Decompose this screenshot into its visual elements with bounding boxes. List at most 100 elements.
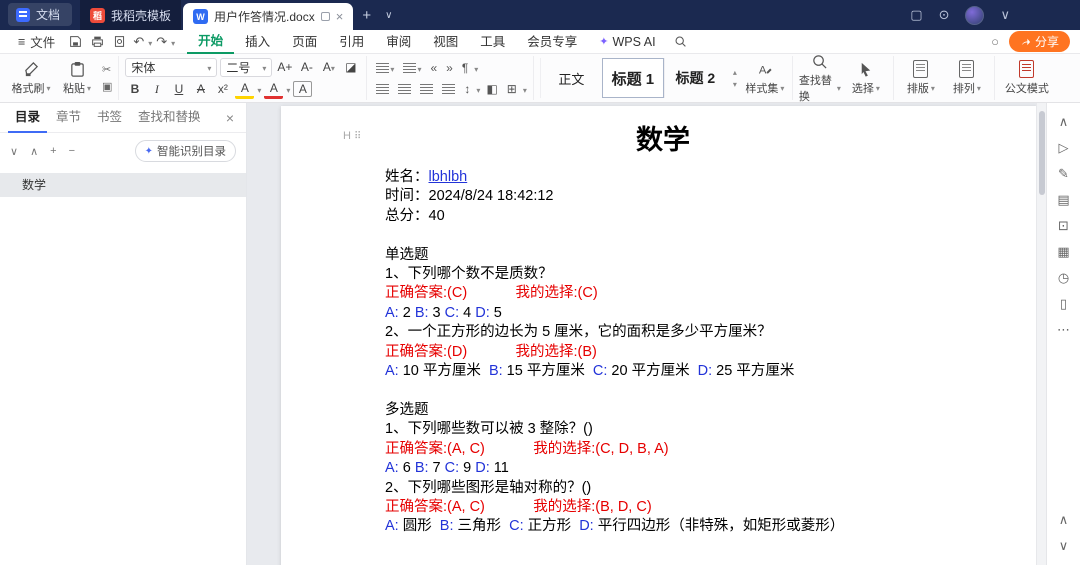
numbering-button[interactable]	[400, 59, 424, 77]
align-left-button[interactable]	[373, 82, 392, 96]
collapse-all-icon[interactable]: ∧	[30, 145, 38, 158]
expand-all-icon[interactable]: ∨	[10, 145, 18, 158]
find-replace-button[interactable]: 查找替换	[799, 54, 841, 103]
tab-list-dropdown-icon[interactable]: ∨	[378, 10, 399, 21]
font-color-button[interactable]: A	[264, 80, 283, 99]
grow-font-button[interactable]: A+	[275, 58, 294, 77]
line-spacing-caret-icon[interactable]	[476, 82, 480, 96]
style-card[interactable]: 正文	[540, 58, 602, 98]
document-icon[interactable]: ▯	[1052, 291, 1076, 317]
menu-tab-8[interactable]: ✦WPS AI	[588, 30, 666, 54]
doc-line[interactable]: 姓名：lbhlbh	[385, 168, 941, 187]
doc-line[interactable]	[385, 381, 941, 400]
outdent-button[interactable]: «	[427, 59, 440, 77]
account-dropdown-icon[interactable]: ∨	[1000, 7, 1010, 23]
highlight-color-button[interactable]: A	[235, 80, 254, 99]
doc-line[interactable]: A: 2 B: 3 C: 4 D: 5	[385, 304, 941, 323]
redo-dropdown-icon[interactable]	[171, 35, 175, 49]
font-color-caret-icon[interactable]	[286, 82, 290, 96]
superscript-button[interactable]: x²	[213, 80, 232, 99]
typeset-button[interactable]: 排版	[900, 60, 942, 96]
zoom-out-icon[interactable]: −	[69, 145, 75, 158]
borders-caret-icon[interactable]	[523, 82, 527, 96]
align-center-button[interactable]	[395, 82, 414, 96]
doc-line[interactable]: 正确答案:(D) 我的选择:(B)	[385, 343, 941, 362]
doc-line[interactable]: 正确答案:(A, C) 我的选择:(C, D, B, A)	[385, 440, 941, 459]
doc-line[interactable]: 2、一个正方形的边长为 5 厘米，它的面积是多少平方厘米？	[385, 323, 941, 342]
new-tab-button[interactable]: +	[355, 7, 378, 24]
style-set-button[interactable]: A 样式集	[744, 61, 786, 96]
bold-button[interactable]: B	[125, 80, 144, 99]
doc-line[interactable]: 时间：2024/8/24 18:42:12	[385, 187, 941, 206]
document-title[interactable]: 数学	[385, 120, 941, 160]
cursor-icon[interactable]: ▷	[1052, 135, 1076, 161]
smart-toc-button[interactable]: ✦ 智能识别目录	[135, 140, 236, 162]
search-button[interactable]	[671, 33, 691, 51]
close-tab-icon[interactable]: ×	[336, 10, 344, 23]
cloud-sync-icon[interactable]: ○	[991, 34, 999, 49]
print-button[interactable]	[87, 33, 107, 51]
home-button[interactable]: 文档	[8, 3, 72, 26]
bullets-button[interactable]	[373, 59, 397, 77]
save-button[interactable]	[65, 33, 85, 51]
font-name-select[interactable]: 宋体	[125, 58, 217, 77]
indent-button[interactable]: »	[443, 59, 456, 77]
menu-tab-5[interactable]: 视图	[422, 30, 469, 54]
justify-button[interactable]	[439, 82, 458, 96]
next-page-icon[interactable]: ∨	[1052, 533, 1076, 559]
doc-line[interactable]	[385, 226, 941, 245]
font-size-select[interactable]: 二号	[220, 58, 272, 77]
table-icon[interactable]: ▦	[1052, 239, 1076, 265]
pen-icon[interactable]: ✎	[1052, 161, 1076, 187]
gallery-down-icon[interactable]: ▾	[733, 80, 737, 89]
menu-tab-0[interactable]: 开始	[187, 30, 234, 54]
style-card[interactable]: 标题 2	[664, 58, 726, 98]
format-painter-button[interactable]: 格式刷	[10, 61, 52, 96]
menu-tab-7[interactable]: 会员专享	[516, 30, 588, 54]
share-button[interactable]: 分享	[1009, 31, 1070, 52]
skin-icon[interactable]: ⊙	[939, 7, 950, 23]
sidebar-tab-0[interactable]: 目录	[8, 103, 47, 133]
menu-tab-4[interactable]: 审阅	[375, 30, 422, 54]
sidebar-tab-3[interactable]: 查找和替换	[131, 103, 208, 133]
scrollbar-thumb[interactable]	[1039, 111, 1045, 195]
text-effects-button[interactable]: A	[319, 58, 338, 77]
paragraph-mark-button[interactable]: ¶	[459, 59, 471, 77]
italic-button[interactable]: I	[147, 80, 166, 99]
undo-dropdown-icon[interactable]	[148, 35, 152, 49]
style-card[interactable]: 标题 1	[602, 58, 664, 98]
underline-button[interactable]: U	[169, 80, 188, 99]
close-sidebar-icon[interactable]: ×	[222, 110, 238, 126]
avatar[interactable]	[965, 6, 984, 25]
print-preview-button[interactable]	[109, 33, 129, 51]
document-tab[interactable]: 稻我稻壳模板	[80, 0, 181, 30]
menu-tab-3[interactable]: 引用	[328, 30, 375, 54]
doc-line[interactable]: A: 6 B: 7 C: 9 D: 11	[385, 459, 941, 478]
doc-line[interactable]: 总分：40	[385, 207, 941, 226]
line-spacing-button[interactable]: ↕	[461, 80, 473, 98]
more-icon[interactable]: ⋯	[1052, 317, 1076, 343]
doc-line[interactable]: 正确答案:(A, C) 我的选择:(B, D, C)	[385, 498, 941, 517]
doc-line[interactable]: 正确答案:(C) 我的选择:(C)	[385, 284, 941, 303]
doc-line[interactable]: A: 10 平方厘米 B: 15 平方厘米 C: 20 平方厘米 D: 25 平…	[385, 362, 941, 381]
character-border-button[interactable]: A	[293, 81, 312, 97]
official-doc-mode-button[interactable]: 公文模式	[1001, 60, 1053, 96]
vertical-scrollbar[interactable]	[1036, 103, 1046, 565]
menu-tab-6[interactable]: 工具	[469, 30, 516, 54]
strikethrough-button[interactable]: A	[191, 80, 210, 99]
shrink-font-button[interactable]: A-	[297, 58, 316, 77]
undo-button[interactable]: ↶	[131, 34, 146, 50]
gallery-up-icon[interactable]: ▴	[733, 68, 737, 77]
doc-line[interactable]: 1、下列哪个数不是质数？	[385, 265, 941, 284]
doc-line[interactable]: 单选题	[385, 246, 941, 265]
sidebar-tab-1[interactable]: 章节	[49, 103, 88, 133]
outline-item[interactable]: 数学	[0, 173, 246, 197]
paragraph-mark-caret-icon[interactable]	[474, 61, 478, 75]
workspace-icon[interactable]: ▢	[910, 7, 922, 23]
doc-line[interactable]: 1、下列哪些数可以被 3 整除？()	[385, 420, 941, 439]
sidebar-tab-2[interactable]: 书签	[90, 103, 129, 133]
prev-page-icon[interactable]: ∧	[1052, 507, 1076, 533]
menu-tab-1[interactable]: 插入	[234, 30, 281, 54]
copy-icon[interactable]: ▣	[102, 80, 112, 93]
file-menu-button[interactable]: ≡ 文件	[10, 32, 63, 51]
